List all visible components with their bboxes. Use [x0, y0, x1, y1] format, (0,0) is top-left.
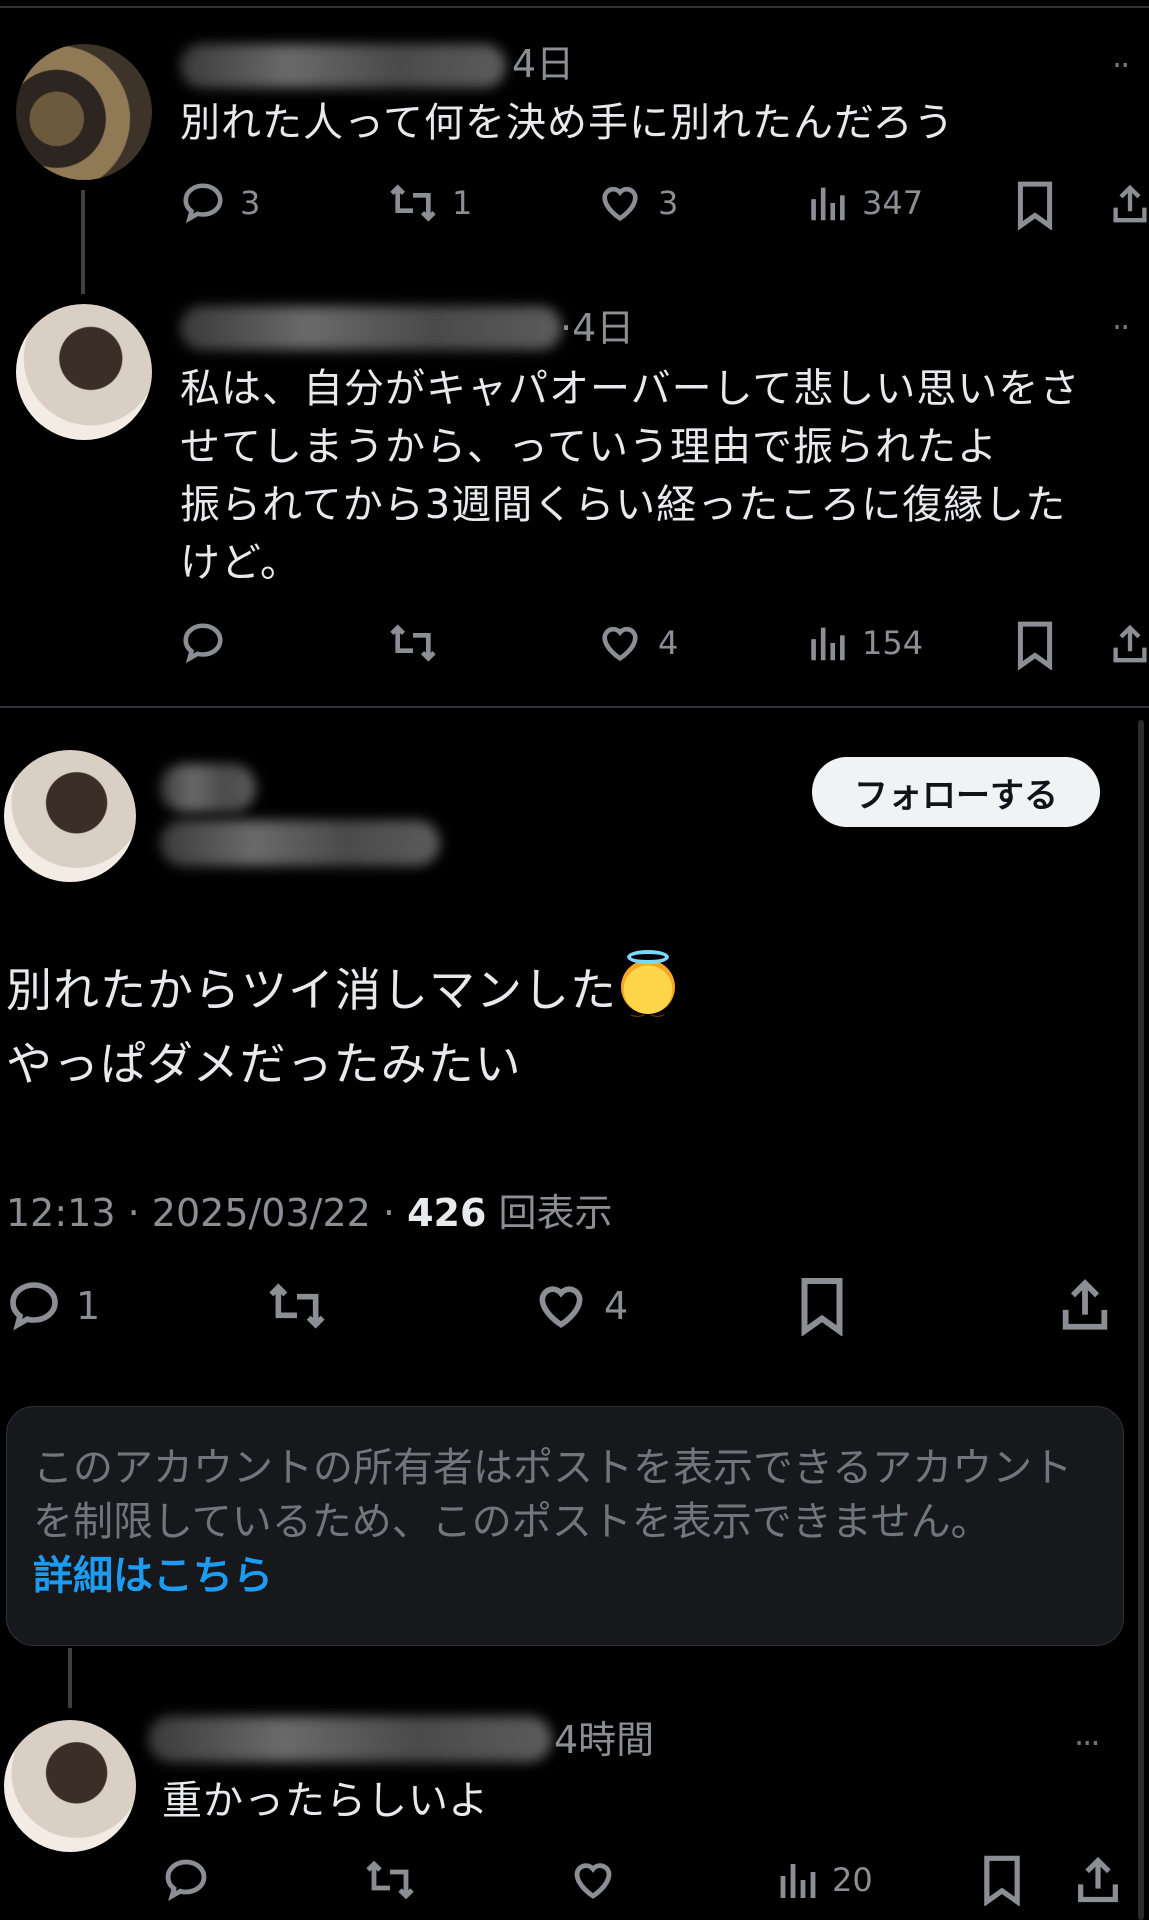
views-icon	[811, 627, 845, 661]
blurred-display-name	[160, 764, 256, 812]
repost-button[interactable]	[266, 1278, 328, 1334]
repost-button[interactable]	[364, 1856, 416, 1904]
repost-button[interactable]: 1	[388, 180, 472, 226]
post-text-line: 別れたからツイ消しマンした	[6, 950, 675, 1046]
bookmark-icon	[801, 1278, 843, 1336]
blurred-handle	[160, 820, 440, 866]
views-count: 347	[862, 184, 924, 222]
bookmark-button[interactable]	[1014, 620, 1056, 670]
like-button[interactable]: 4	[532, 1278, 628, 1334]
views-button[interactable]: 20	[776, 1856, 873, 1904]
blurred-username	[180, 44, 506, 88]
reply-button[interactable]	[162, 1856, 210, 1904]
section-divider	[0, 706, 1149, 708]
reply-button[interactable]	[180, 620, 226, 666]
share-button[interactable]	[1112, 180, 1148, 228]
notice-text: このアカウントの所有者はポストを表示できるアカウントを制限しているため、このポス…	[33, 1441, 1103, 1603]
post-time: 4時間	[554, 1718, 655, 1762]
post-time: 4日	[512, 42, 575, 86]
post-text: 別れた人って何を決め手に別れたんだろう	[180, 100, 955, 146]
reply-icon	[165, 1859, 207, 1901]
post-time[interactable]: 12:13	[6, 1191, 116, 1235]
views-count: 154	[862, 624, 924, 662]
bookmark-button[interactable]	[796, 1276, 848, 1336]
reply-count: 3	[240, 184, 261, 222]
share-icon	[1062, 1279, 1108, 1330]
share-button[interactable]	[1112, 620, 1148, 668]
post-time: ·4日	[560, 306, 635, 350]
reply-icon	[183, 183, 223, 224]
separator: ·	[127, 1191, 140, 1235]
bookmark-button[interactable]	[980, 1854, 1024, 1906]
avatar[interactable]	[4, 1720, 136, 1852]
like-button[interactable]: 4	[596, 620, 678, 666]
post-text-line: やっぱダメだったみたい	[6, 1037, 522, 1091]
post-text-line: 振られてから3週間くらい経ったころに復縁した	[180, 482, 1067, 528]
notice-message: このアカウントの所有者はポストを表示できるアカウントを制限しているため、このポス…	[33, 1445, 1073, 1545]
more-icon[interactable]: ···	[1074, 1724, 1100, 1762]
like-count: 3	[658, 184, 679, 222]
like-icon	[602, 626, 638, 662]
bookmark-button[interactable]	[1014, 180, 1056, 230]
post-text-line: けど。	[180, 540, 301, 586]
repost-icon	[390, 184, 436, 222]
like-icon	[602, 186, 638, 222]
scrollbar[interactable]	[1138, 720, 1144, 1920]
views-label: 回表示	[498, 1191, 613, 1235]
post-date[interactable]: 2025/03/22	[152, 1191, 371, 1235]
avatar[interactable]	[16, 44, 152, 180]
like-count: 4	[604, 1284, 629, 1328]
thread-line	[81, 190, 85, 294]
follow-button[interactable]: フォローする	[812, 757, 1100, 827]
repost-icon	[390, 624, 436, 662]
top-divider	[0, 6, 1149, 8]
like-count: 4	[658, 624, 679, 662]
learn-more-link[interactable]: 詳細はこちら	[33, 1553, 273, 1599]
avatar[interactable]	[16, 304, 152, 440]
views-icon	[780, 1864, 816, 1898]
share-icon	[1078, 1856, 1118, 1903]
views-button[interactable]: 154	[806, 620, 923, 666]
share-icon	[1113, 624, 1147, 663]
reply-button[interactable]: 1	[6, 1278, 100, 1334]
share-icon	[1113, 184, 1147, 223]
bookmark-icon	[1017, 181, 1053, 230]
post-meta: 12:13 · 2025/03/22 · 426 回表示	[6, 1182, 613, 1237]
reply-icon	[10, 1282, 58, 1331]
blurred-username	[180, 306, 562, 350]
repost-count: 1	[452, 184, 473, 222]
repost-icon	[366, 1860, 414, 1900]
views-icon	[811, 187, 845, 221]
repost-icon	[269, 1283, 325, 1329]
reply-icon	[183, 623, 223, 664]
separator: ·	[382, 1191, 396, 1235]
thread-line	[68, 1648, 72, 1708]
reply-button[interactable]: 3	[180, 180, 260, 226]
like-button[interactable]: 3	[596, 180, 678, 226]
like-icon	[574, 1863, 612, 1899]
author-avatar[interactable]	[4, 750, 136, 882]
bookmark-icon	[1017, 621, 1053, 670]
bookmark-icon	[984, 1855, 1020, 1906]
reply-count: 1	[76, 1284, 101, 1328]
more-icon[interactable]: ··	[1112, 46, 1130, 84]
view-count: 426	[407, 1191, 487, 1235]
share-button[interactable]	[1058, 1276, 1112, 1334]
more-icon[interactable]: ··	[1112, 308, 1130, 346]
views-count: 20	[832, 1861, 873, 1899]
like-icon	[539, 1286, 583, 1328]
like-button[interactable]	[568, 1856, 618, 1904]
restricted-post-notice: このアカウントの所有者はポストを表示できるアカウントを制限しているため、このポス…	[6, 1406, 1124, 1646]
post-text-line: せてしまうから、っていう理由で振られたよ	[180, 424, 998, 470]
blurred-username	[148, 1716, 552, 1762]
repost-button[interactable]	[388, 620, 438, 666]
post-text: 重かったらしいよ	[162, 1778, 490, 1824]
smiling-halo-emoji-icon	[621, 950, 675, 1046]
post-text-line: 私は、自分がキャパオーバーして悲しい思いをさ	[180, 366, 1081, 412]
views-button[interactable]: 347	[806, 180, 923, 226]
share-button[interactable]	[1076, 1854, 1120, 1906]
